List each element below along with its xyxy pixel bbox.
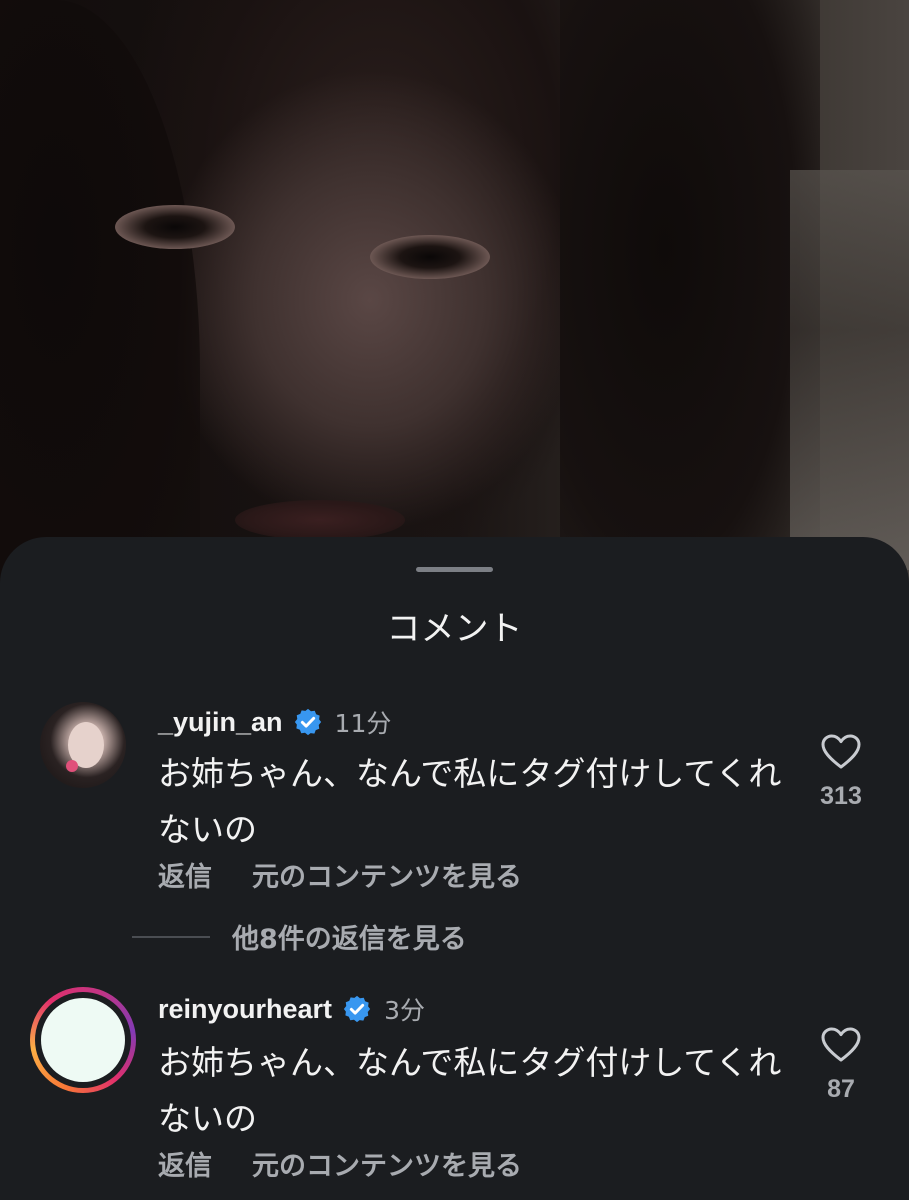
avatar-story-ring[interactable]	[30, 987, 136, 1093]
comment-header: _yujin_an 11分	[158, 702, 391, 742]
verified-badge-icon	[343, 995, 371, 1023]
comment-actions: 返信 元のコンテンツを見る	[158, 855, 522, 894]
comments-sheet: コメント _yujin_an 11分 お姉ちゃん、なんで私にタグ付けしてくれない…	[0, 537, 909, 1200]
replies-divider-line	[132, 935, 210, 938]
like-count: 313	[820, 782, 862, 810]
photo-background-frame	[790, 170, 909, 570]
avatar[interactable]	[40, 702, 126, 788]
avatar-candy	[66, 760, 78, 772]
like-button[interactable]: 87	[812, 1027, 870, 1104]
photo-eye-right	[370, 235, 490, 279]
photo-shade-right	[560, 0, 820, 620]
comment-username[interactable]: reinyourheart	[158, 994, 332, 1025]
like-button[interactable]: 313	[812, 734, 870, 811]
heart-outline-icon[interactable]	[821, 734, 861, 770]
verified-badge-icon	[294, 708, 321, 736]
heart-outline-icon[interactable]	[821, 1027, 861, 1063]
reply-button[interactable]: 返信	[158, 1144, 212, 1183]
sheet-title: コメント	[386, 609, 523, 649]
reply-button[interactable]: 返信	[158, 855, 212, 894]
comment-username[interactable]: _yujin_an	[158, 707, 283, 738]
comment-time: 11分	[334, 709, 392, 738]
photo-lips	[235, 500, 405, 540]
comment-header: reinyourheart 3分	[158, 989, 425, 1029]
sheet-drag-handle[interactable]	[416, 567, 493, 572]
view-original-button[interactable]: 元のコンテンツを見る	[252, 855, 522, 894]
view-original-button[interactable]: 元のコンテンツを見る	[252, 1144, 522, 1183]
avatar	[41, 998, 125, 1082]
comment-actions: 返信 元のコンテンツを見る	[158, 1144, 522, 1183]
comment-time: 3分	[384, 996, 425, 1025]
view-replies-label[interactable]: 他8件の返信を見る	[232, 917, 467, 956]
photo-shade-left	[0, 0, 200, 620]
photo-eye-left	[115, 205, 235, 249]
screen: コメント _yujin_an 11分 お姉ちゃん、なんで私にタグ付けしてくれない…	[0, 0, 909, 1200]
comment-text: お姉ちゃん、なんで私にタグ付けしてくれないの	[158, 1043, 782, 1138]
view-replies-toggle[interactable]: 他8件の返信を見る	[132, 917, 467, 956]
background-photo	[0, 0, 909, 620]
comment-text: お姉ちゃん、なんで私にタグ付けしてくれないの	[158, 754, 782, 849]
like-count: 87	[827, 1075, 855, 1103]
